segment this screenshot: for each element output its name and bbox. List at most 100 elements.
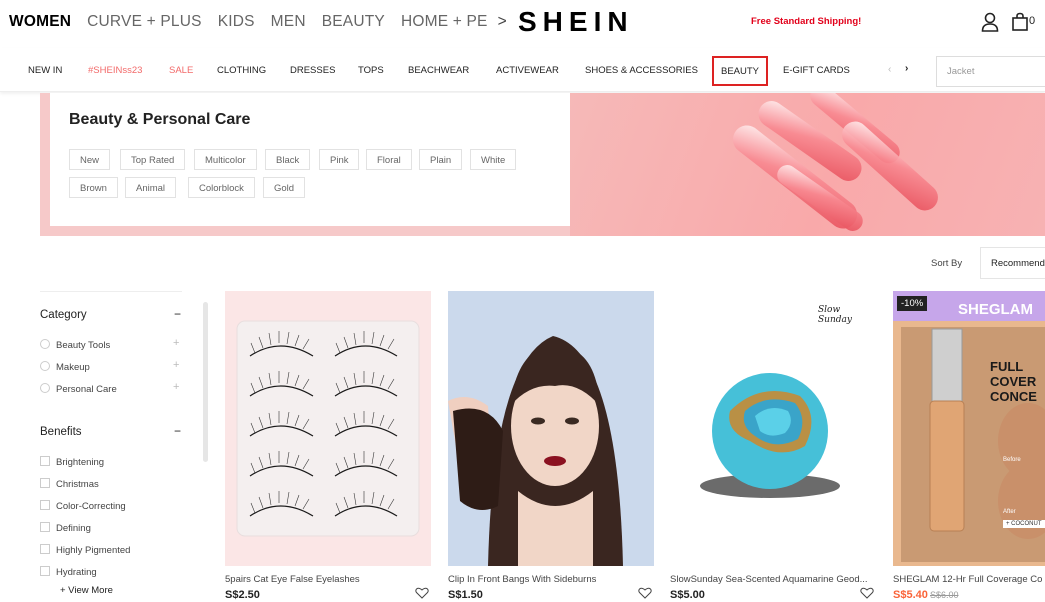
subnav-shoes-accessories[interactable]: SHOES & ACCESSORIES [585, 65, 698, 76]
product-price: S$5.00 [670, 589, 705, 601]
view-more-link[interactable]: + View More [60, 585, 113, 596]
top-bar: WOMEN CURVE + PLUS KIDS MEN BEAUTY HOME … [0, 0, 1045, 48]
subnav-beauty[interactable]: BEAUTY [712, 56, 769, 86]
subnav-sheinss23[interactable]: #SHEINss23 [88, 65, 142, 76]
sheglam-tagline: FULL COVER CONCE [990, 359, 1037, 404]
checkbox-icon[interactable] [40, 500, 50, 510]
user-icon[interactable] [981, 12, 999, 32]
sheglam-brand: SHEGLAM [958, 301, 1033, 318]
nav-tab-kids[interactable]: KIDS [218, 13, 255, 31]
scroll-left-icon[interactable]: ‹ [888, 64, 891, 75]
radio-icon[interactable] [40, 383, 50, 393]
category-title: Category [40, 309, 87, 321]
product-name[interactable]: 5pairs Cat Eye False Eyelashes [225, 574, 431, 585]
category-nav: NEW IN #SHEINss23 SALE CLOTHING DRESSES … [0, 48, 1045, 92]
product-card[interactable]: Clip In Front Bangs With Sideburns S$1.5… [448, 291, 654, 602]
nav-tab-home-pet[interactable]: HOME + PE [401, 13, 488, 31]
main-nav: WOMEN CURVE + PLUS KIDS MEN BEAUTY HOME … [9, 13, 523, 31]
benefit-option-color-correcting[interactable]: Color-Correcting [40, 500, 126, 512]
product-price: S$2.50 [225, 589, 260, 601]
subnav-clothing[interactable]: CLOTHING [217, 65, 266, 76]
radio-icon[interactable] [40, 361, 50, 371]
subnav-dresses[interactable]: DRESSES [290, 65, 335, 76]
wishlist-heart-icon[interactable] [860, 587, 874, 599]
product-name[interactable]: SHEGLAM 12-Hr Full Coverage Co [893, 574, 1045, 585]
tag-plain[interactable]: Plain [419, 149, 463, 170]
benefit-option-hydrating[interactable]: Hydrating [40, 566, 97, 578]
tag-gold[interactable]: Gold [263, 177, 306, 198]
benefits-collapse-toggle[interactable]: − [174, 424, 181, 438]
tag-white[interactable]: White [470, 149, 517, 170]
category-banner: Beauty & Personal Care New Top Rated Mul… [40, 93, 1045, 236]
nav-more-arrow[interactable]: > [498, 13, 507, 31]
checkbox-icon[interactable] [40, 544, 50, 554]
nav-tab-women[interactable]: WOMEN [9, 13, 71, 31]
checkbox-icon[interactable] [40, 522, 50, 532]
category-option-personal-care[interactable]: Personal Care [40, 383, 117, 395]
tag-pink[interactable]: Pink [319, 149, 360, 170]
product-name[interactable]: SlowSunday Sea-Scented Aquamarine Geod..… [670, 574, 876, 585]
search-input[interactable]: Jacket [936, 56, 1045, 87]
wishlist-heart-icon[interactable] [415, 587, 429, 599]
product-name[interactable]: Clip In Front Bangs With Sideburns [448, 574, 654, 585]
category-option-beauty-tools[interactable]: Beauty Tools [40, 339, 110, 351]
product-image-sheglam-concealer[interactable]: -10% SHEGLAM FULL COVER CONCE Before Aft… [893, 291, 1045, 566]
banner-card: Beauty & Personal Care New Top Rated Mul… [50, 93, 570, 226]
tag-top-rated[interactable]: Top Rated [120, 149, 186, 170]
tag-colorblock[interactable]: Colorblock [188, 177, 255, 198]
radio-icon[interactable] [40, 339, 50, 349]
discount-badge: -10% [897, 296, 928, 311]
tag-new[interactable]: New [69, 149, 111, 170]
product-price: S$1.50 [448, 589, 483, 601]
tag-floral[interactable]: Floral [366, 149, 412, 170]
product-image-bangs[interactable] [448, 291, 654, 566]
tag-black[interactable]: Black [265, 149, 311, 170]
subnav-sale[interactable]: SALE [169, 65, 193, 76]
subnav-e-gift-cards[interactable]: E-GIFT CARDS [783, 65, 850, 76]
banner-image [570, 93, 1045, 236]
after-badge: After [1003, 509, 1016, 515]
subnav-new-in[interactable]: NEW IN [28, 65, 62, 76]
product-image-bath-bomb[interactable]: Slow Sunday [670, 291, 876, 566]
checkbox-icon[interactable] [40, 478, 50, 488]
promo-text[interactable]: Free Standard Shipping! [751, 16, 861, 27]
expand-beauty-tools-icon[interactable]: + [173, 337, 179, 349]
filter-sidebar: Category − Beauty Tools + Makeup + Perso… [40, 291, 190, 602]
nav-tab-curve-plus[interactable]: CURVE + PLUS [87, 13, 202, 31]
benefit-option-highly-pigmented[interactable]: Highly Pigmented [40, 544, 130, 556]
benefit-option-defining[interactable]: Defining [40, 522, 91, 534]
checkbox-icon[interactable] [40, 566, 50, 576]
product-image-eyelashes[interactable] [225, 291, 431, 566]
subnav-beachwear[interactable]: BEACHWEAR [408, 65, 469, 76]
nav-tab-beauty[interactable]: BEAUTY [322, 13, 385, 31]
category-collapse-toggle[interactable]: − [174, 307, 181, 321]
before-badge: Before [1003, 457, 1021, 463]
product-card[interactable]: -10% SHEGLAM FULL COVER CONCE Before Aft… [893, 291, 1045, 602]
benefits-title: Benefits [40, 426, 82, 438]
subnav-tops[interactable]: TOPS [358, 65, 384, 76]
tag-brown[interactable]: Brown [69, 177, 118, 198]
benefit-option-christmas[interactable]: Christmas [40, 478, 99, 490]
scroll-right-icon[interactable]: › [905, 63, 908, 74]
coconut-badge: + COCONUT [1003, 520, 1045, 528]
tag-multicolor[interactable]: Multicolor [194, 149, 257, 170]
bag-icon[interactable] [1011, 12, 1029, 32]
wishlist-heart-icon[interactable] [638, 587, 652, 599]
benefit-option-brightening[interactable]: Brightening [40, 456, 104, 468]
product-original-price: S$6.00 [930, 590, 959, 600]
product-card[interactable]: 5pairs Cat Eye False Eyelashes S$2.50 [225, 291, 431, 602]
eyelash-tray-illustration [236, 320, 420, 537]
product-card[interactable]: Slow Sunday SlowSunday Sea-Scented Aquam… [670, 291, 876, 602]
expand-makeup-icon[interactable]: + [173, 359, 179, 371]
checkbox-icon[interactable] [40, 456, 50, 466]
sort-select[interactable]: Recommend [980, 247, 1045, 279]
sidebar-scrollbar[interactable] [203, 302, 208, 462]
nav-tab-men[interactable]: MEN [271, 13, 306, 31]
category-option-makeup[interactable]: Makeup [40, 361, 90, 373]
product-price: S$5.40 [893, 589, 928, 601]
expand-personal-care-icon[interactable]: + [173, 381, 179, 393]
shein-logo[interactable]: SHEIN [518, 6, 634, 38]
subnav-activewear[interactable]: ACTIVEWEAR [496, 65, 559, 76]
tag-animal[interactable]: Animal [125, 177, 177, 198]
sort-label: Sort By [931, 258, 963, 269]
